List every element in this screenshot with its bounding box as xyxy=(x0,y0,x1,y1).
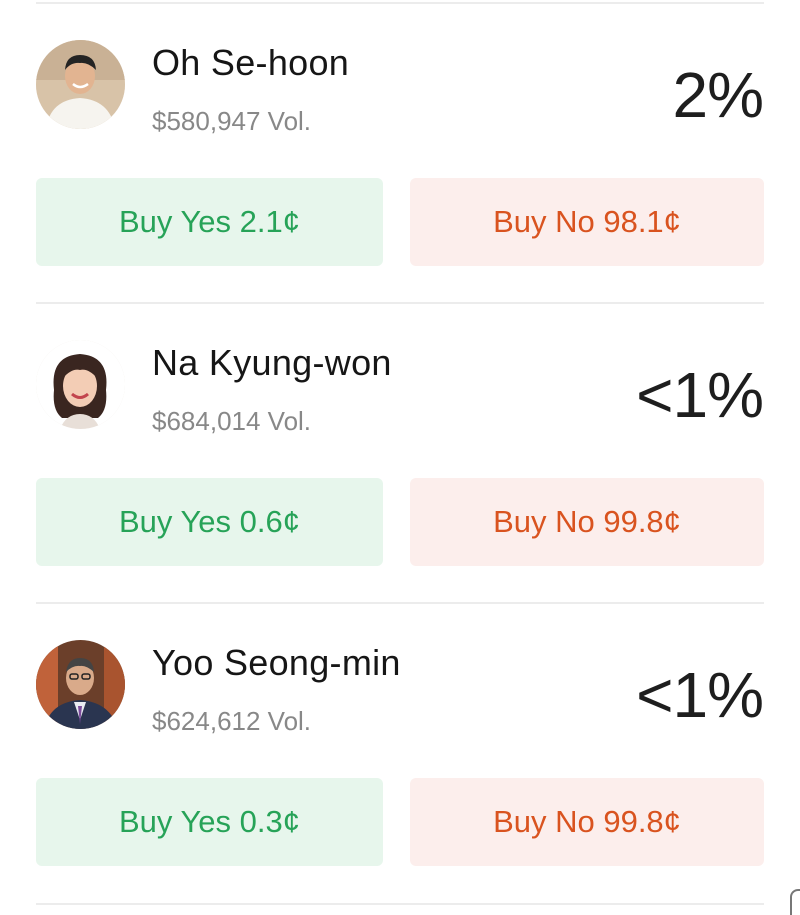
volume-label: $580,947 Vol. xyxy=(152,106,312,136)
buy-yes-button[interactable]: Buy Yes 0.3¢ xyxy=(36,778,383,866)
divider xyxy=(36,903,764,905)
probability: 2% xyxy=(672,59,764,131)
avatar-na-kyung-won xyxy=(36,340,125,429)
candidate-row-oh-se-hoon: Oh Se-hoon $580,947 Vol. 2% Buy Yes 2.1¢… xyxy=(0,0,800,300)
candidate-row-na-kyung-won: Na Kyung-won $684,014 Vol. <1% Buy Yes 0… xyxy=(0,300,800,600)
candidate-name: Oh Se-hoon xyxy=(152,42,350,83)
avatar-oh-se-hoon xyxy=(36,40,125,129)
buy-no-button[interactable]: Buy No 99.8¢ xyxy=(410,478,764,566)
volume-label: $624,612 Vol. xyxy=(152,706,312,736)
scroll-corner-icon xyxy=(790,889,800,915)
probability: <1% xyxy=(636,659,764,731)
candidate-row-yoo-seong-min: Yoo Seong-min $624,612 Vol. <1% Buy Yes … xyxy=(0,600,800,900)
buy-yes-button[interactable]: Buy Yes 2.1¢ xyxy=(36,178,383,266)
buy-no-button[interactable]: Buy No 98.1¢ xyxy=(410,178,764,266)
avatar-yoo-seong-min xyxy=(36,640,125,729)
candidate-name: Na Kyung-won xyxy=(152,342,392,383)
buy-yes-button[interactable]: Buy Yes 0.6¢ xyxy=(36,478,383,566)
probability: <1% xyxy=(636,359,764,431)
buy-no-button[interactable]: Buy No 99.8¢ xyxy=(410,778,764,866)
volume-label: $684,014 Vol. xyxy=(152,406,312,436)
candidate-name: Yoo Seong-min xyxy=(152,642,401,683)
